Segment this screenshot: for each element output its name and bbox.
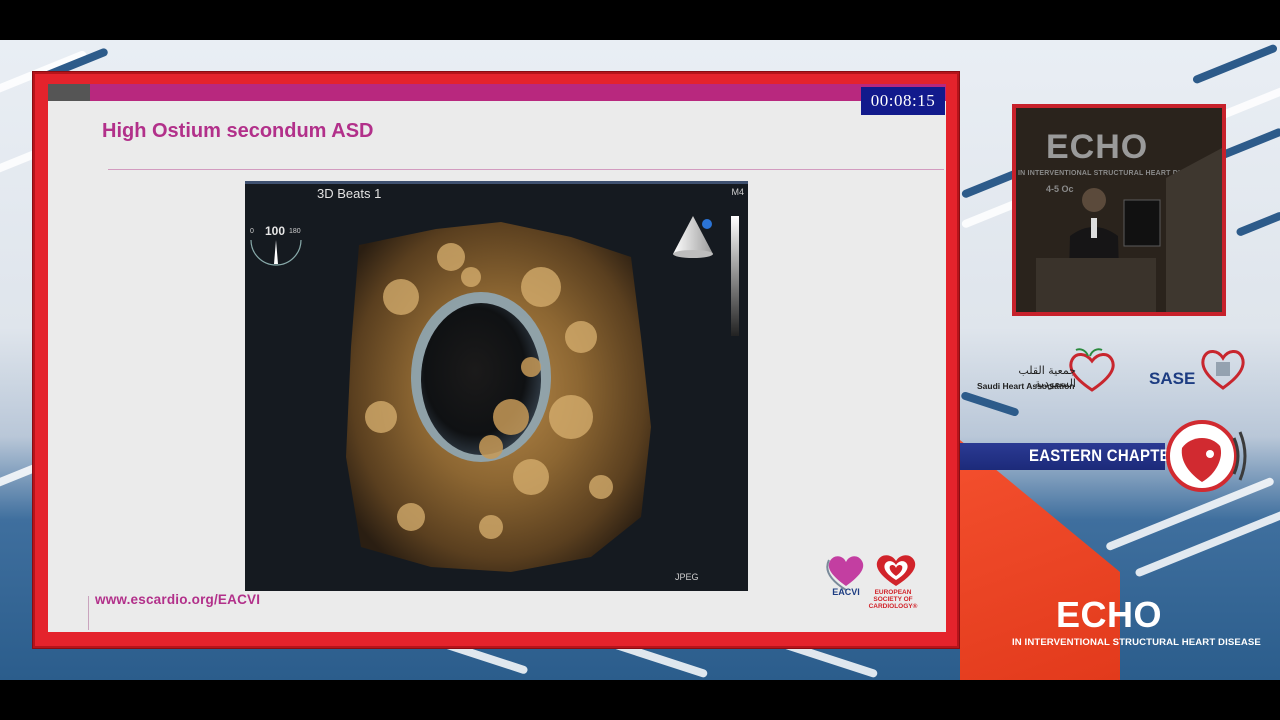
echo-mode: M4 bbox=[731, 187, 744, 197]
speaker-camera-feed: ECHO IN INTERVENTIONAL STRUCTURAL HEART … bbox=[1016, 108, 1222, 312]
probe-angle-icon bbox=[250, 239, 302, 266]
esc-label-2: SOCIETY OF bbox=[873, 596, 913, 603]
brand-subtitle: IN INTERVENTIONAL STRUCTURAL HEART DISEA… bbox=[1012, 637, 1261, 648]
echo-label: 3D Beats 1 bbox=[317, 186, 382, 201]
letterbox-top bbox=[0, 0, 1280, 40]
angle-max: 180 bbox=[289, 228, 301, 235]
echo-format: JPEG bbox=[675, 572, 699, 582]
presentation-slide: High Ostium secondum ASD 3D Beats 1 M4 0… bbox=[48, 84, 946, 632]
eastern-chapter-emblem bbox=[1166, 420, 1247, 492]
footer-divider bbox=[88, 596, 89, 630]
speaker-silhouette bbox=[1036, 148, 1222, 312]
angle-value: 100 bbox=[265, 224, 286, 238]
session-timer: 00:08:15 bbox=[861, 87, 945, 115]
atrial-septum-render bbox=[346, 222, 651, 572]
echo-3d-image: 3D Beats 1 M4 0 100 180 JPEG bbox=[245, 181, 748, 591]
angle-min: 0 bbox=[250, 228, 254, 235]
eacvi-label: EACVI bbox=[832, 587, 860, 597]
brand-title: ECHO bbox=[1056, 594, 1163, 635]
chapter-label: EASTERN CHAPTER bbox=[1029, 446, 1181, 465]
footer-url: www.escardio.org/EACVI bbox=[95, 592, 261, 607]
volume-cone-icon bbox=[673, 216, 713, 258]
sase-heart-icon bbox=[1201, 350, 1245, 390]
eacvi-logo bbox=[826, 556, 864, 591]
sase-logo-text: SASE bbox=[1149, 369, 1196, 388]
title-divider bbox=[108, 169, 944, 170]
gray-scale-bar bbox=[731, 216, 739, 336]
slide-header-bar bbox=[48, 84, 946, 101]
esc-label-3: CARDIOLOGY® bbox=[868, 603, 918, 610]
slide-title: High Ostium secondum ASD bbox=[102, 120, 374, 142]
letterbox-bottom bbox=[0, 680, 1280, 720]
sha-english-name: Saudi Heart Association bbox=[977, 381, 1075, 391]
esc-label-1: EUROPEAN bbox=[874, 589, 912, 596]
